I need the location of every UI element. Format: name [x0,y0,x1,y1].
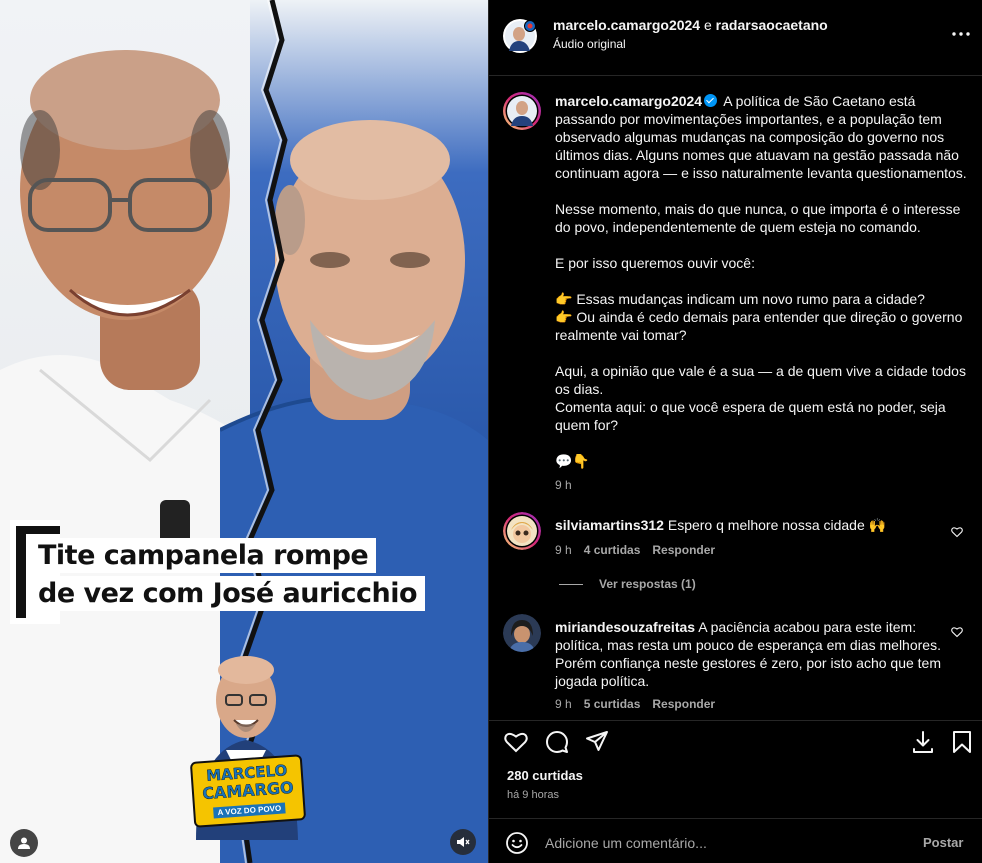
comment-heart-icon[interactable] [951,526,963,538]
more-options-button[interactable] [951,24,971,44]
view-replies-button[interactable]: Ver respostas (1) [559,577,696,591]
comment-avatar[interactable] [503,614,541,652]
comment-text: silviamartins312 Espero q melhore nossa … [555,516,945,534]
send-icon[interactable] [584,729,610,755]
post-actions-bar [489,720,982,760]
bookmark-icon[interactable] [949,729,975,755]
collaborator-username[interactable]: radarsaocaetano [716,17,828,33]
download-icon[interactable] [910,729,936,755]
comment-heart-icon[interactable] [951,626,963,638]
comment-username[interactable]: silviamartins312 [555,517,664,533]
original-audio-link[interactable]: Áudio original [553,37,626,51]
heart-icon[interactable] [503,729,529,755]
caption-p5a: Aqui, a opinião que vale é a sua — a de … [555,363,966,397]
comment-reply-button[interactable]: Responder [652,697,715,711]
comment-reply-button[interactable]: Responder [652,543,715,557]
marcelo-camargo-logo: MARCELO CAMARGO A VOZ DO POVO [189,754,307,828]
emoji-icon[interactable] [505,831,529,855]
comment-avatar[interactable] [503,512,541,550]
headline-line-1: Tite campanela rompe [30,538,377,573]
comment-time: 9 h [555,697,572,711]
caption-p3: E por isso queremos ouvir você: [555,255,755,271]
headline-line-2: de vez com José auricchio [30,576,426,611]
caption-p2: Nesse momento, mais do que nunca, o que … [555,201,961,235]
replies-dash [559,583,583,585]
more-horizontal-icon [952,32,970,36]
comment-likes[interactable]: 4 curtidas [584,543,641,557]
comment-meta: 9 h 5 curtidas Responder [555,697,727,711]
comment-time: 9 h [555,543,572,557]
post-age: há 9 horas [507,789,559,801]
likes-count[interactable]: 280 curtidas [507,768,583,783]
headline-frame-top [16,526,60,534]
verified-badge-icon [704,94,718,107]
comment-body: Espero q melhore nossa cidade 🙌 [667,517,887,533]
post-header: marcelo.camargo2024 e radarsaocaetano Áu… [489,0,982,76]
user-icon [18,837,30,849]
comment-username[interactable]: miriandesouzafreitas [555,619,695,635]
comment-meta: 9 h 4 curtidas Responder [555,543,727,557]
badge-line-3: A VOZ DO POVO [213,802,286,819]
caption-p5b: Comenta aqui: o que você espera de quem … [555,399,946,433]
caption-paragraph-1: marcelo.camargo2024 A política de São Ca… [555,92,971,182]
author-username[interactable]: marcelo.camargo2024 [553,17,700,33]
view-replies-label: Ver respostas (1) [599,577,696,591]
caption-p4b: 👉 Ou ainda é cedo demais para entender q… [555,309,963,343]
caption-text: marcelo.camargo2024 A política de São Ca… [555,92,971,470]
comment-composer: Postar [489,818,982,863]
post-comment-button[interactable]: Postar [923,835,963,850]
tagged-users-button[interactable] [10,829,38,857]
author-avatar[interactable] [503,19,537,53]
caption-time: 9 h [555,478,572,492]
comment-input[interactable] [545,831,905,855]
caption-author-avatar[interactable] [503,92,541,130]
post-side-panel: marcelo.camargo2024 e radarsaocaetano Áu… [488,0,982,863]
post-media[interactable]: Tite campanela rompe de vez com José aur… [0,0,488,863]
caption-p6: 💬👇 [555,453,590,469]
speaker-muted-icon [457,837,470,847]
header-usernames: marcelo.camargo2024 e radarsaocaetano [553,17,828,33]
headline-frame-bar [16,526,26,618]
username-separator: e [700,17,716,33]
sound-toggle-button[interactable] [450,829,476,855]
instagram-post-view: Tite campanela rompe de vez com José aur… [0,0,982,863]
caption-username[interactable]: marcelo.camargo2024 [555,93,702,109]
comment-text: miriandesouzafreitas A paciência acabou … [555,618,945,690]
comment-icon[interactable] [544,729,570,755]
comment-likes[interactable]: 5 curtidas [584,697,641,711]
caption-p4a: 👉 Essas mudanças indicam um novo rumo pa… [555,291,925,307]
